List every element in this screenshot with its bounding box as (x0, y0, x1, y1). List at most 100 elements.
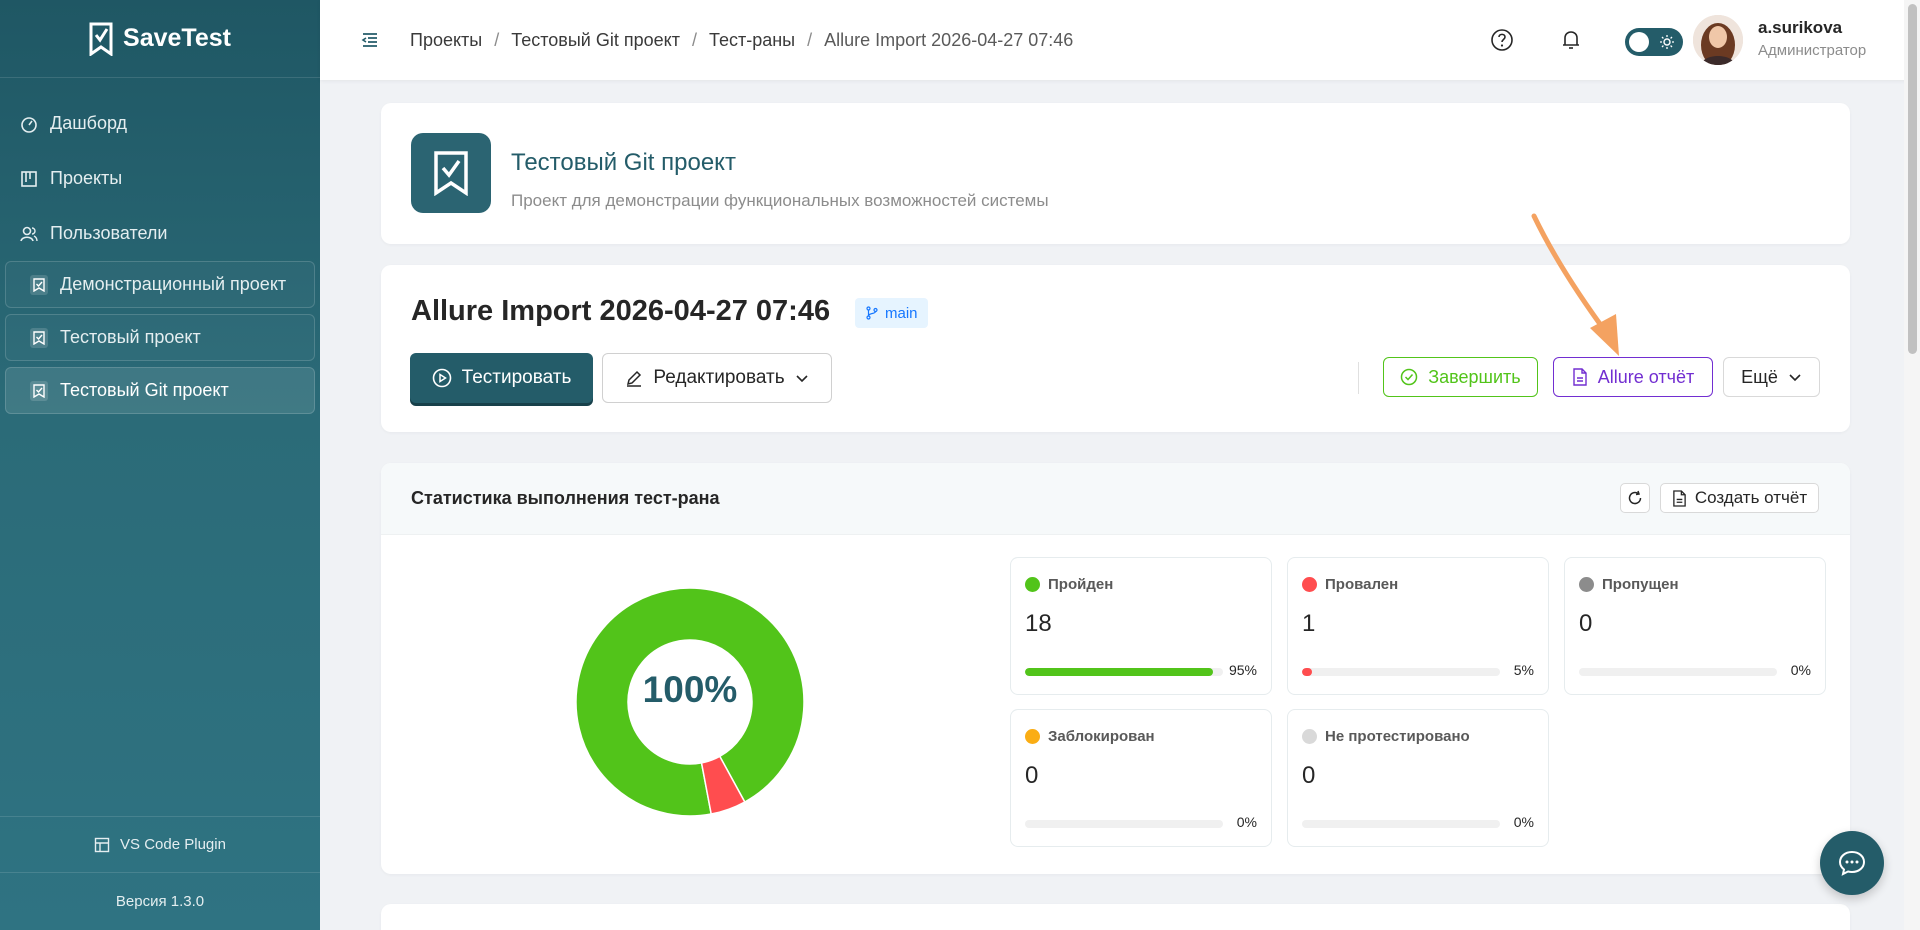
logo-icon (89, 22, 113, 56)
create-report-label: Создать отчёт (1694, 488, 1808, 507)
stat-name: Не протестировано (1325, 728, 1470, 745)
chevron-down-icon (1789, 374, 1801, 382)
stat-name: Заблокирован (1048, 728, 1155, 745)
sidebar-nav: Дашборд Проекты Пользователи (0, 78, 320, 261)
sidebar-item-projects[interactable]: Проекты (0, 151, 320, 206)
plugin-label: VS Code Plugin (120, 836, 226, 853)
status-dot (1025, 729, 1040, 744)
allure-report-button[interactable]: Allure отчёт (1553, 357, 1713, 397)
breadcrumb-project[interactable]: Тестовый Git проект (511, 30, 680, 51)
next-section-card (381, 904, 1850, 930)
pencil-icon (627, 370, 642, 387)
refresh-button[interactable] (1620, 483, 1650, 513)
testrun-title: Allure Import 2026-04-27 07:46 (411, 295, 831, 327)
sidebar: SaveTest Дашборд Проекты Пользователи Де… (0, 0, 320, 930)
finish-button[interactable]: Завершить (1383, 357, 1538, 397)
chevron-down-icon (796, 375, 808, 383)
bell-icon[interactable] (1558, 27, 1584, 53)
stat-count: 0 (1302, 762, 1316, 789)
stats-card: Статистика выполнения тест-рана Создать … (381, 463, 1850, 874)
plugin-icon (94, 837, 110, 852)
page-scrollbar[interactable] (1904, 0, 1920, 930)
dashboard-icon (21, 116, 37, 133)
sidebar-project-label: Демонстрационный проект (60, 274, 287, 294)
allure-button-label: Allure отчёт (1597, 366, 1695, 387)
vscode-plugin-link[interactable]: VS Code Plugin (0, 817, 320, 873)
user-info[interactable]: a.surikova Администратор (1758, 18, 1878, 59)
edit-button[interactable]: Редактировать (602, 353, 832, 403)
sidebar-item-label: Дашборд (50, 113, 128, 133)
breadcrumb-separator: / (807, 29, 813, 50)
user-role: Администратор (1758, 42, 1867, 59)
status-dot (1025, 577, 1040, 592)
status-dot (1579, 577, 1594, 592)
stat-count: 18 (1025, 610, 1052, 637)
stat-count: 1 (1302, 610, 1316, 637)
stats-header: Статистика выполнения тест-рана Создать … (381, 463, 1850, 535)
sidebar-project-label: Тестовый проект (60, 327, 201, 347)
sidebar-project-demo[interactable]: Демонстрационный проект (5, 261, 315, 308)
sidebar-project-git[interactable]: Тестовый Git проект (5, 367, 315, 414)
test-button[interactable]: Тестировать (410, 353, 593, 403)
sidebar-item-label: Проекты (50, 168, 123, 188)
menu-collapse-icon[interactable] (360, 30, 380, 50)
refresh-icon (1628, 490, 1642, 505)
project-title: Тестовый Git проект (511, 149, 736, 176)
theme-toggle[interactable] (1625, 28, 1683, 56)
stat-percent: 5% (1513, 662, 1534, 678)
project-card: Тестовый Git проект Проект для демонстра… (381, 103, 1850, 244)
sun-icon (1660, 35, 1674, 49)
progress-track (1302, 820, 1500, 828)
project-description: Проект для демонстрации функциональных в… (511, 191, 1049, 210)
test-button-label: Тестировать (461, 367, 572, 388)
stats-title: Статистика выполнения тест-рана (411, 488, 720, 508)
stat-count: 0 (1579, 610, 1593, 637)
stat-percent: 0% (1513, 814, 1534, 830)
progress-track (1025, 668, 1223, 676)
finish-button-label: Завершить (1428, 366, 1521, 387)
app-version: Версия 1.3.0 (115, 892, 205, 910)
breadcrumb-testruns[interactable]: Тест-раны (709, 30, 795, 51)
projects-icon (21, 170, 37, 187)
more-button-label: Ещё (1741, 366, 1778, 387)
progress-track (1025, 820, 1223, 828)
play-icon (432, 368, 451, 388)
progress-track (1579, 668, 1777, 676)
stat-card-failed: Провален 1 5% (1287, 557, 1549, 695)
breadcrumb: Проекты / Тестовый Git проект / Тест-ран… (410, 30, 1073, 51)
avatar[interactable] (1693, 15, 1743, 65)
more-button[interactable]: Ещё (1723, 357, 1820, 397)
stat-name: Пройден (1048, 576, 1114, 593)
stat-percent: 95% (1228, 662, 1257, 678)
app-logo[interactable]: SaveTest (0, 0, 320, 78)
sidebar-item-users[interactable]: Пользователи (0, 206, 320, 261)
stat-card-blocked: Заблокирован 0 0% (1010, 709, 1272, 847)
branch-badge: main (855, 298, 928, 328)
chat-button[interactable] (1820, 831, 1884, 895)
create-report-button[interactable]: Создать отчёт (1660, 483, 1819, 513)
status-dot (1302, 577, 1317, 592)
stat-percent: 0% (1790, 662, 1811, 678)
toolbar-divider (1358, 362, 1359, 394)
sidebar-project-test[interactable]: Тестовый проект (5, 314, 315, 361)
sidebar-item-dashboard[interactable]: Дашборд (0, 96, 320, 151)
scrollbar-thumb[interactable] (1908, 4, 1917, 354)
progress-track (1302, 668, 1500, 676)
sidebar-projects: Демонстрационный проект Тестовый проект … (0, 261, 320, 414)
sidebar-footer: VS Code Plugin Версия 1.3.0 (0, 816, 320, 930)
breadcrumb-projects[interactable]: Проекты (410, 30, 482, 51)
project-logo (411, 133, 491, 213)
file-icon (1573, 368, 1587, 386)
stat-name: Пропущен (1602, 576, 1679, 593)
project-icon (30, 274, 48, 295)
progress-fill (1025, 668, 1214, 676)
file-icon (1673, 489, 1686, 507)
branch-name: main (885, 304, 918, 322)
donut-center-label: 100% (642, 669, 738, 710)
sidebar-item-label: Пользователи (50, 223, 168, 243)
project-logo-icon (434, 151, 468, 196)
stat-name: Провален (1325, 576, 1399, 593)
stat-card-untested: Не протестировано 0 0% (1287, 709, 1549, 847)
app-name: SaveTest (123, 24, 231, 52)
help-icon[interactable] (1489, 27, 1515, 53)
